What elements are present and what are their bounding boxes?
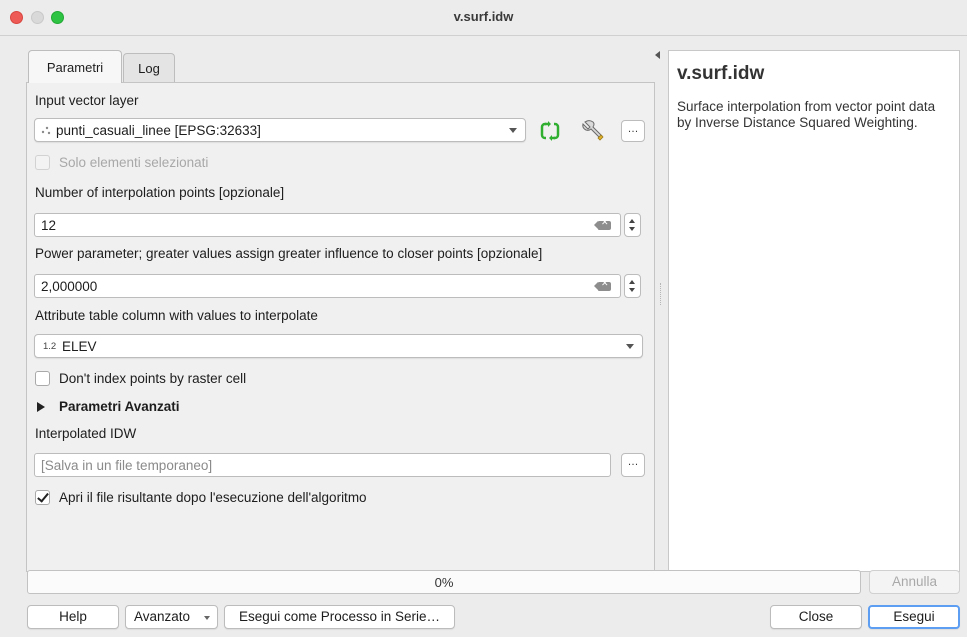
stepper-down-icon[interactable] [629, 288, 635, 292]
cancel-button[interactable]: Annulla [869, 570, 960, 594]
parameters-panel: Input vector layer punti_casuali_linee [… [26, 82, 655, 572]
splitter-handle[interactable] [660, 283, 662, 305]
chevron-down-icon [626, 344, 634, 349]
stepper-up-icon[interactable] [629, 280, 635, 284]
tab-parametri[interactable]: Parametri [28, 50, 122, 83]
close-button[interactable]: Close [770, 605, 862, 629]
column-combo[interactable]: 1.2 ELEV [34, 334, 643, 358]
clear-icon[interactable]: ✕ [594, 279, 611, 291]
help-description: Surface interpolation from vector point … [677, 99, 936, 130]
npoints-stepper[interactable] [624, 213, 641, 237]
expand-triangle-icon[interactable] [37, 402, 45, 412]
open-result-label: Apri il file risultante dopo l'esecuzion… [59, 490, 367, 505]
wrench-icon[interactable] [581, 119, 605, 143]
input-layer-value: punti_casuali_linee [EPSG:32633] [56, 123, 261, 138]
input-layer-label: Input vector layer [35, 93, 139, 108]
stepper-down-icon[interactable] [629, 227, 635, 231]
advanced-menu-button[interactable]: Avanzato [125, 605, 218, 629]
output-placeholder: [Salva in un file temporaneo] [41, 458, 213, 473]
output-file-input[interactable]: [Salva in un file temporaneo] [34, 453, 611, 477]
npoints-input[interactable]: 12 ✕ [34, 213, 621, 237]
progress-bar: 0% [27, 570, 861, 594]
point-layer-icon [41, 126, 51, 135]
chevron-down-icon [204, 616, 210, 620]
open-result-checkbox[interactable] [35, 490, 50, 505]
numeric-field-type-icon: 1.2 [43, 341, 57, 352]
title-bar: v.surf.idw [0, 0, 967, 36]
output-more-button[interactable]: … [621, 453, 645, 477]
help-button[interactable]: Help [27, 605, 119, 629]
npoints-label: Number of interpolation points [opzional… [35, 185, 285, 200]
noindex-label: Don't index points by raster cell [59, 371, 247, 386]
collapse-help-icon[interactable] [655, 51, 660, 59]
selected-only-label: Solo elementi selezionati [59, 155, 209, 170]
help-title: v.surf.idw [677, 63, 765, 84]
power-stepper[interactable] [624, 274, 641, 298]
tab-log[interactable]: Log [123, 53, 175, 82]
column-value: ELEV [62, 339, 97, 354]
chevron-down-icon [509, 128, 517, 133]
help-panel: v.surf.idw Surface interpolation from ve… [668, 50, 960, 572]
column-label: Attribute table column with values to in… [35, 308, 318, 323]
run-batch-button[interactable]: Esegui come Processo in Serie… [224, 605, 455, 629]
advanced-params-toggle[interactable]: Parametri Avanzati [59, 399, 180, 414]
progress-label: 0% [434, 575, 454, 590]
power-label: Power parameter; greater values assign g… [35, 246, 543, 261]
window-title: v.surf.idw [453, 9, 514, 24]
noindex-checkbox[interactable] [35, 371, 50, 386]
input-layer-combo[interactable]: punti_casuali_linee [EPSG:32633] [34, 118, 526, 142]
clear-icon[interactable]: ✕ [594, 218, 611, 230]
input-layer-more-button[interactable]: … [621, 120, 645, 142]
npoints-value: 12 [41, 218, 57, 233]
power-input[interactable]: 2,000000 ✕ [34, 274, 621, 298]
selected-only-checkbox[interactable] [35, 155, 50, 170]
stepper-up-icon[interactable] [629, 219, 635, 223]
run-button[interactable]: Esegui [868, 605, 960, 629]
power-value: 2,000000 [41, 279, 98, 294]
advanced-menu-label: Avanzato [134, 609, 191, 624]
output-label: Interpolated IDW [35, 426, 137, 441]
algorithm-dialog: Parametri Log Input vector layer punti_c… [0, 36, 967, 637]
sync-selection-icon[interactable] [539, 121, 561, 141]
